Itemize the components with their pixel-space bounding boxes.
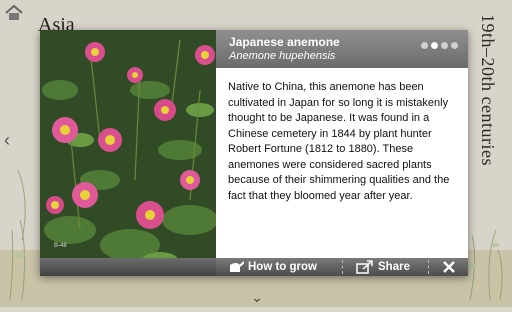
- share-icon: [356, 260, 373, 274]
- page-dot-active[interactable]: [431, 42, 438, 49]
- pagination-dots[interactable]: [421, 42, 458, 49]
- how-to-grow-button[interactable]: How to grow: [228, 258, 317, 276]
- chevron-left-icon: ‹: [4, 130, 10, 150]
- watering-can-icon: [230, 261, 244, 272]
- footer-divider: [342, 260, 344, 274]
- footer-divider: [428, 260, 430, 274]
- dialog-header: Japanese anemone Anemone hupehensis: [216, 30, 468, 68]
- share-label: Share: [378, 261, 410, 273]
- close-icon: [443, 261, 455, 273]
- page-dot[interactable]: [451, 42, 458, 49]
- dialog-footer: How to grow Share: [216, 258, 468, 276]
- page-dot[interactable]: [421, 42, 428, 49]
- close-button[interactable]: [442, 258, 456, 276]
- plant-info-dialog: B-48 Japanese anemone Anemone hupehensis…: [40, 30, 468, 276]
- plant-photo: B-48: [40, 30, 216, 276]
- home-button[interactable]: [4, 4, 24, 22]
- previous-page-button[interactable]: ‹: [0, 130, 14, 150]
- plant-description: Native to China, this anemone has been c…: [228, 81, 450, 202]
- photo-footer-bar: [40, 258, 216, 276]
- plant-common-name: Japanese anemone: [229, 35, 340, 49]
- plant-latin-name: Anemone hupehensis: [229, 50, 336, 62]
- share-button[interactable]: Share: [356, 258, 410, 276]
- home-icon: [5, 4, 23, 20]
- expand-button[interactable]: ⌄: [248, 290, 266, 304]
- anemone-image: [40, 30, 216, 276]
- how-to-grow-label: How to grow: [248, 261, 317, 273]
- era-label: 19th–20th centuries: [478, 14, 498, 166]
- photo-credit: B-48: [54, 243, 67, 249]
- page-dot[interactable]: [441, 42, 448, 49]
- chevron-down-icon: ⌄: [251, 289, 263, 305]
